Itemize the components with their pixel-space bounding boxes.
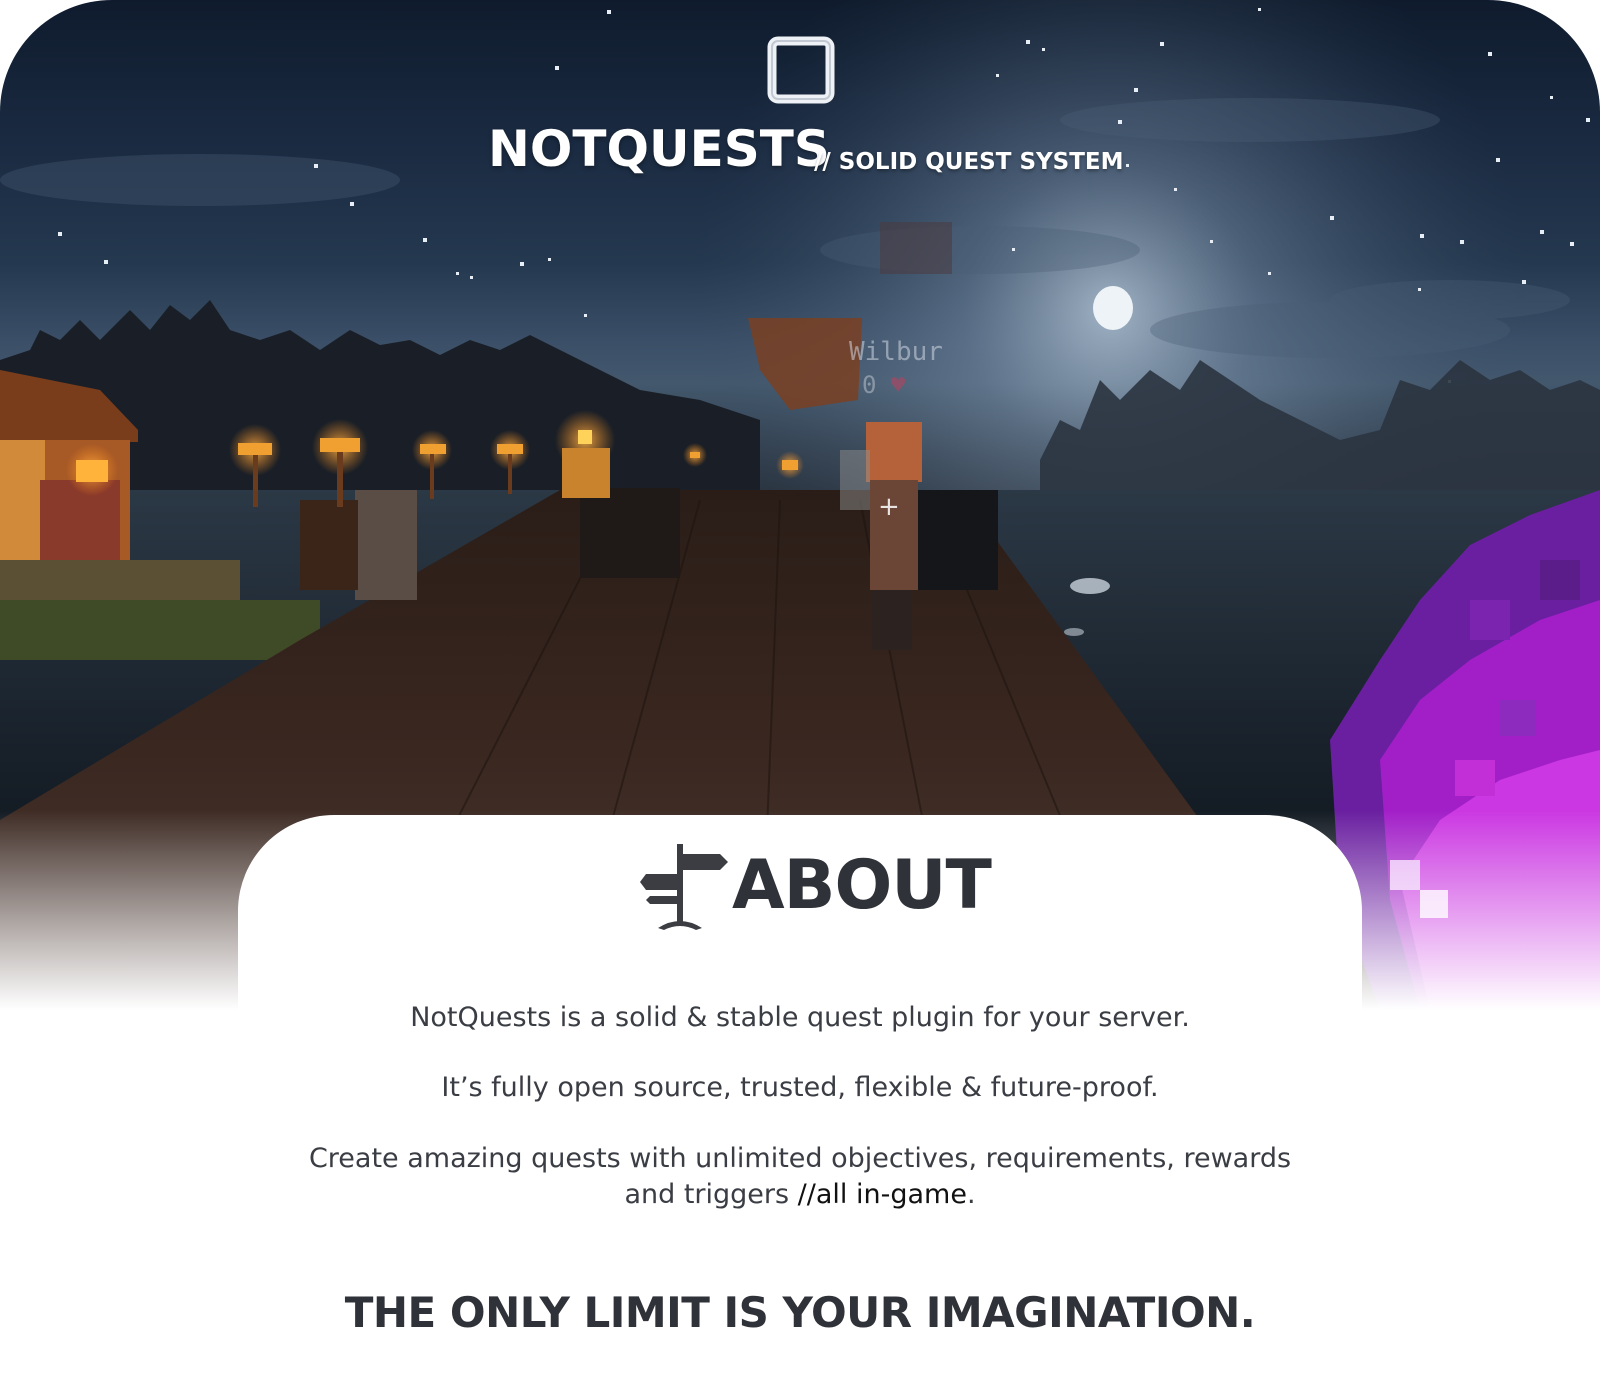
about-paragraph: It’s fully open source, trusted, flexibl… xyxy=(441,1072,1159,1103)
brand-title: NOTQUESTS xyxy=(488,120,830,178)
stone-pillar xyxy=(355,490,417,600)
npc-nametag: Wilbur xyxy=(849,337,943,367)
heart-icon: ♥ xyxy=(890,371,906,399)
slogan-heading: THE ONLY LIMIT IS YOUR IMAGINATION. xyxy=(344,1288,1256,1337)
about-heading: ABOUT xyxy=(732,846,992,925)
about-paragraph-line: and triggers xyxy=(624,1179,798,1210)
moon xyxy=(1093,286,1133,330)
brand-tagline: // SOLID QUEST SYSTEM xyxy=(814,149,1124,175)
in-game-accent: //all in-game xyxy=(797,1179,967,1210)
about-paragraph: NotQuests is a solid & stable quest plug… xyxy=(410,1002,1190,1033)
about-paragraph-line-end: . xyxy=(966,1179,976,1210)
about-paragraph: Create amazing quests with unlimited obj… xyxy=(200,1141,1400,1213)
page: NOTQUESTS // SOLID QUEST SYSTEM Wilbur 0… xyxy=(0,0,1600,1400)
crosshair-icon: + xyxy=(878,492,900,522)
npc-heart-counter: 0 ♥ xyxy=(862,373,905,397)
square-logo-icon xyxy=(767,36,835,104)
about-paragraph-line: Create amazing quests with unlimited obj… xyxy=(308,1143,1292,1174)
signpost-icon xyxy=(640,844,728,930)
npc-count: 0 xyxy=(862,371,877,399)
